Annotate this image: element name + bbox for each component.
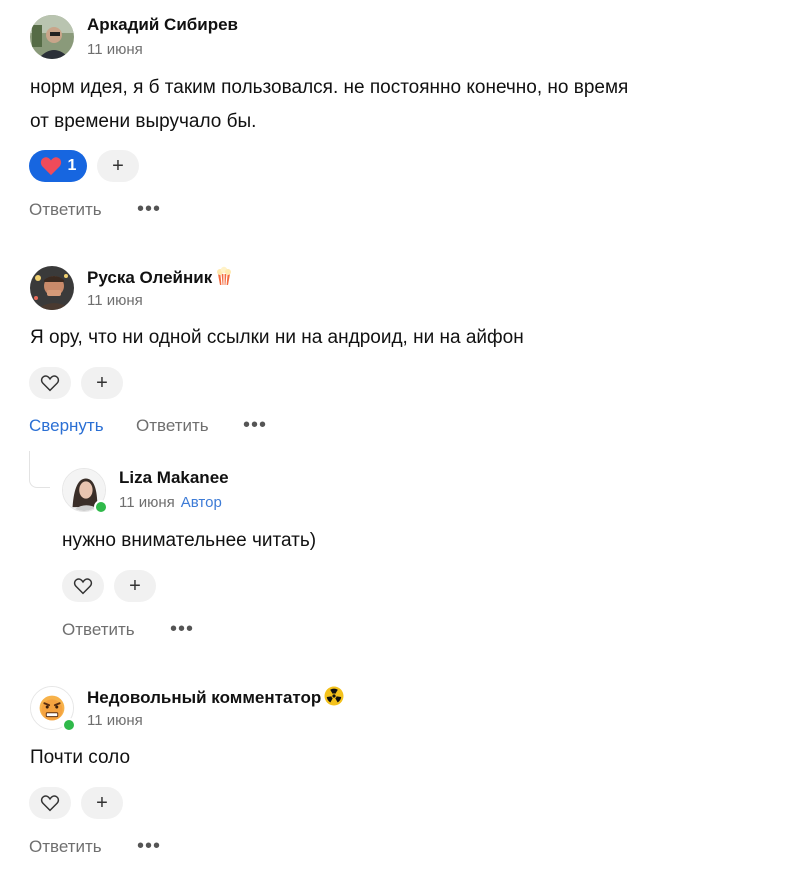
radioactive-icon	[324, 686, 344, 711]
heart-icon	[40, 157, 61, 176]
like-button[interactable]	[29, 787, 71, 819]
collapse-thread-button[interactable]: Свернуть	[29, 416, 104, 436]
reaction-count: 1	[67, 157, 77, 174]
add-reaction-button[interactable]: +	[114, 570, 156, 602]
heart-outline-icon	[40, 795, 60, 812]
plus-icon: +	[112, 155, 124, 177]
comment-date: 11 июня	[87, 712, 143, 729]
author-badge: Автор	[180, 494, 222, 511]
add-reaction-button[interactable]: +	[81, 367, 123, 399]
author-name[interactable]: Руска Олейник	[87, 266, 233, 291]
online-status-indicator	[62, 718, 76, 732]
more-options-icon[interactable]: •••	[137, 836, 161, 856]
like-reaction-button[interactable]: 1	[29, 150, 87, 182]
comment-text: норм идея, я б таким пользовался. не пос…	[30, 71, 628, 139]
add-reaction-button[interactable]: +	[81, 787, 123, 819]
comment-date: 11 июня	[87, 292, 143, 309]
author-name[interactable]: Liza Makanee	[119, 468, 229, 488]
comment-text: Я ору, что ни одной ссылки ни на андроид…	[30, 327, 524, 348]
like-button[interactable]	[29, 367, 71, 399]
like-button[interactable]	[62, 570, 104, 602]
comment-date: 11 июня	[87, 41, 143, 58]
user-photo	[30, 15, 74, 59]
heart-outline-icon	[40, 375, 60, 392]
avatar[interactable]	[30, 686, 76, 732]
more-options-icon[interactable]: •••	[243, 415, 267, 435]
user-photo	[30, 266, 74, 310]
author-name-text: Руска Олейник	[87, 268, 213, 287]
plus-icon: +	[129, 575, 141, 597]
thread-connector	[29, 451, 50, 488]
plus-icon: +	[96, 372, 108, 394]
comment-text-line: норм идея, я б таким пользовался. не пос…	[30, 77, 629, 98]
author-name-text: Недовольный комментатор	[87, 688, 322, 707]
avatar[interactable]	[30, 266, 74, 310]
author-name[interactable]: Аркадий Сибирев	[87, 15, 238, 35]
heart-outline-icon	[73, 578, 93, 595]
comment-date-row: 11 июня Автор	[119, 494, 222, 511]
add-reaction-button[interactable]: +	[97, 150, 139, 182]
avatar[interactable]	[62, 468, 108, 514]
comment-date: 11 июня	[119, 494, 175, 511]
avatar[interactable]	[30, 15, 74, 59]
plus-icon: +	[96, 792, 108, 814]
more-options-icon[interactable]: •••	[170, 619, 194, 639]
popcorn-icon	[215, 266, 233, 291]
comment-text: нужно внимательнее читать)	[62, 530, 317, 551]
reply-button[interactable]: Ответить	[29, 200, 102, 220]
comment-text: Почти соло	[30, 747, 131, 768]
online-status-indicator	[94, 500, 108, 514]
reply-button[interactable]: Ответить	[62, 620, 135, 640]
reply-button[interactable]: Ответить	[136, 416, 209, 436]
comment-text-line: от времени выручало бы.	[30, 111, 257, 132]
reply-button[interactable]: Ответить	[29, 837, 102, 857]
more-options-icon[interactable]: •••	[137, 199, 161, 219]
author-name[interactable]: Недовольный комментатор	[87, 686, 344, 711]
